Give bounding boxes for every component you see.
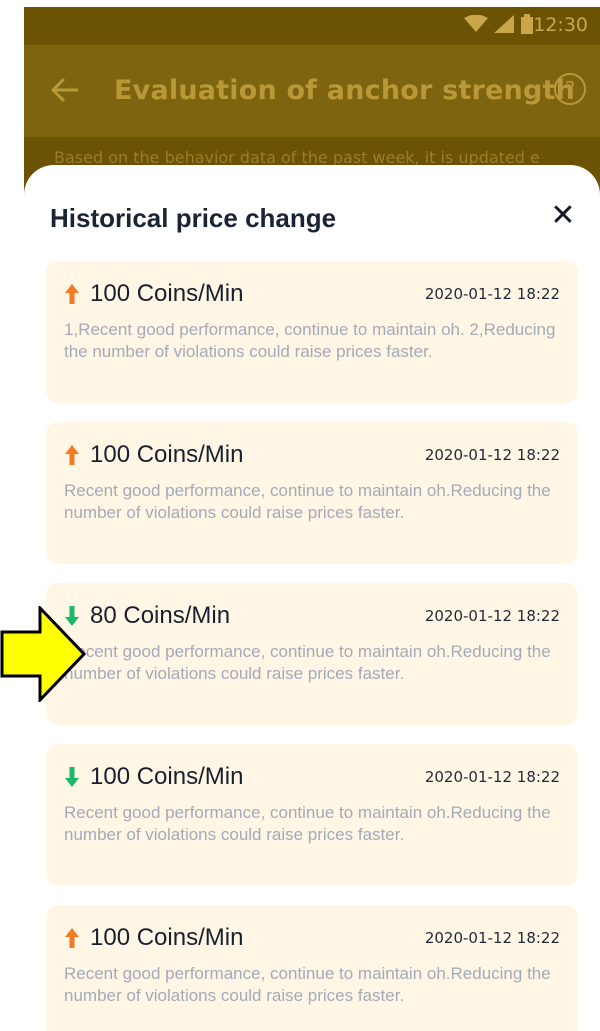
price-history-card: 100 Coins/Min 2020-01-12 18:22 Recent go…: [46, 744, 578, 886]
status-icons: [464, 14, 534, 34]
price-label: 100 Coins/Min: [90, 280, 244, 307]
price-label: 80 Coins/Min: [90, 602, 231, 629]
page-title: Evaluation of anchor strength: [114, 75, 576, 106]
app-bar: Evaluation of anchor strength ?: [24, 45, 600, 137]
timestamp: 2020-01-12 18:22: [424, 285, 560, 303]
price-history-card: 100 Coins/Min 2020-01-12 18:22 1,Recent …: [46, 261, 578, 403]
phone-screen: 12:30 Evaluation of anchor strength ? Ba…: [24, 7, 600, 1031]
bottom-sheet: Historical price change ✕ 100 Coins/Min …: [24, 165, 600, 1031]
sheet-title: Historical price change: [50, 203, 337, 233]
change-description: Recent good performance, continue to mai…: [64, 642, 551, 683]
price-label: 100 Coins/Min: [90, 441, 244, 468]
arrow-up-icon: [65, 928, 79, 948]
arrow-up-icon: [65, 445, 79, 465]
close-icon[interactable]: ✕: [548, 201, 578, 231]
price-history-card: 80 Coins/Min 2020-01-12 18:22 Recent goo…: [46, 583, 578, 725]
timestamp: 2020-01-12 18:22: [424, 768, 560, 786]
price-history-card: 100 Coins/Min 2020-01-12 18:22 Recent go…: [46, 905, 578, 1031]
arrow-down-icon: [65, 767, 79, 787]
wifi-icon: [464, 15, 488, 32]
change-description: Recent good performance, continue to mai…: [64, 803, 551, 844]
arrow-up-icon: [65, 284, 79, 304]
change-description: Recent good performance, continue to mai…: [64, 964, 551, 1005]
status-time: 12:30: [533, 14, 588, 36]
signal-icon: [494, 15, 514, 33]
timestamp: 2020-01-12 18:22: [424, 929, 560, 947]
pointer-arrow-icon: [0, 606, 86, 702]
change-description: 1,Recent good performance, continue to m…: [64, 320, 556, 361]
battery-icon: [521, 14, 533, 34]
back-arrow-icon[interactable]: [50, 75, 80, 105]
status-bar: 12:30: [24, 7, 600, 45]
price-history-card: 100 Coins/Min 2020-01-12 18:22 Recent go…: [46, 422, 578, 564]
timestamp: 2020-01-12 18:22: [424, 607, 560, 625]
help-icon[interactable]: ?: [554, 73, 586, 105]
change-description: Recent good performance, continue to mai…: [64, 481, 551, 522]
price-label: 100 Coins/Min: [90, 763, 244, 790]
price-label: 100 Coins/Min: [90, 924, 244, 951]
timestamp: 2020-01-12 18:22: [424, 446, 560, 464]
